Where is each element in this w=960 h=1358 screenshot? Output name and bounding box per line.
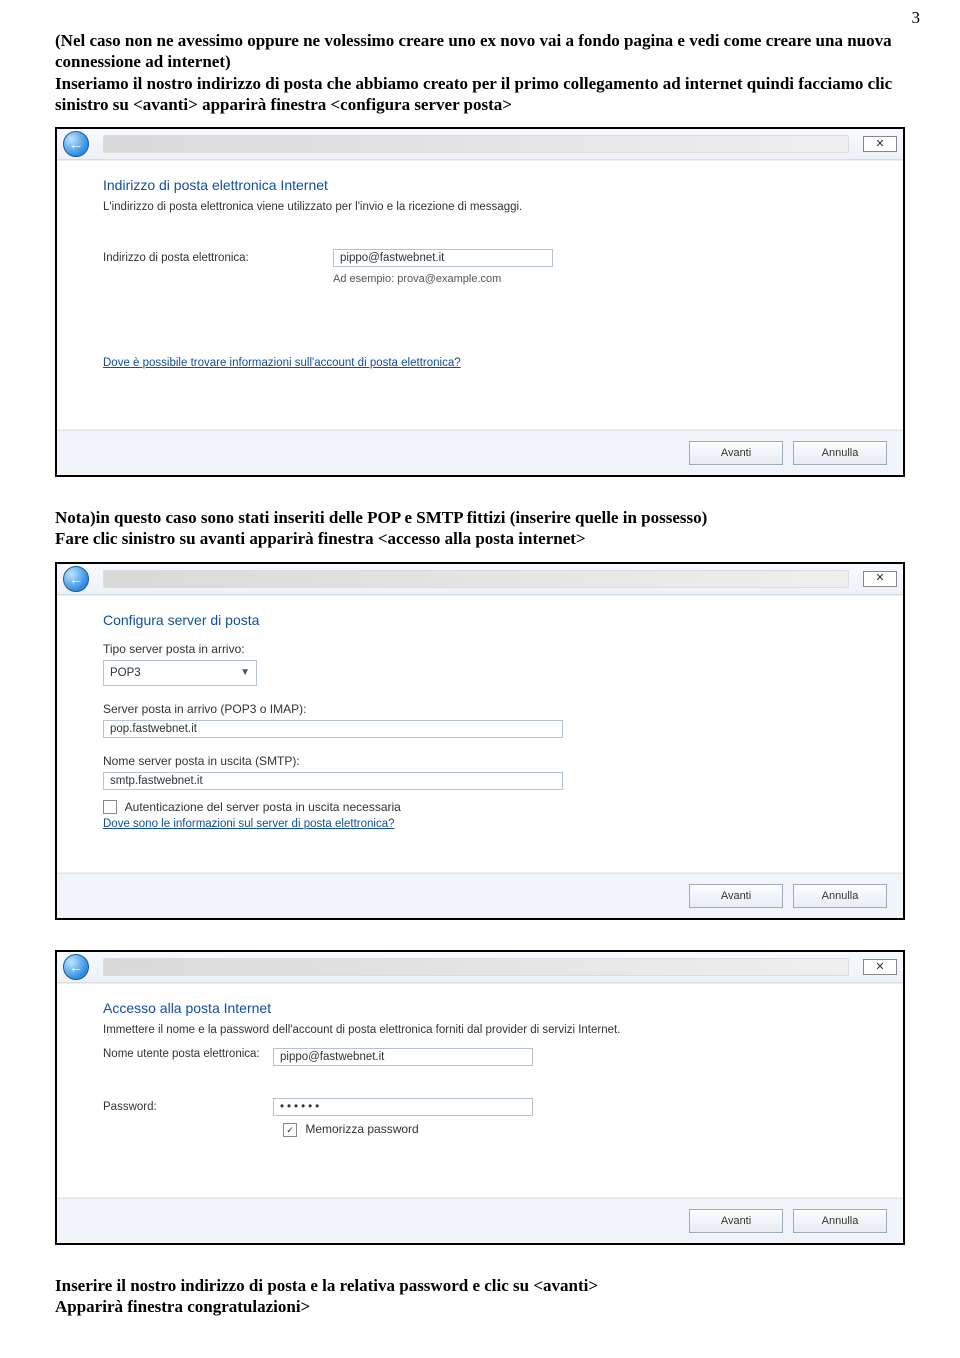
server-type-value: POP3: [110, 667, 141, 679]
next-button[interactable]: Avanti: [689, 1209, 783, 1233]
back-button[interactable]: ←: [63, 566, 89, 592]
title-placeholder: [103, 570, 849, 588]
close-button[interactable]: ✕: [863, 959, 897, 975]
cancel-button[interactable]: Annulla: [793, 1209, 887, 1233]
dialog-subtext: L'indirizzo di posta elettronica viene u…: [103, 201, 883, 213]
back-button[interactable]: ←: [63, 954, 89, 980]
close-icon: ✕: [875, 573, 884, 584]
dialog-heading: Indirizzo di posta elettronica Internet: [103, 177, 883, 193]
label-email: Indirizzo di posta elettronica:: [103, 252, 323, 264]
hint-example: Ad esempio: prova@example.com: [333, 273, 883, 285]
title-placeholder: [103, 958, 849, 976]
close-button[interactable]: ✕: [863, 136, 897, 152]
outgoing-server-input[interactable]: smtp.fastwebnet.it: [103, 772, 563, 790]
label-username: Nome utente posta elettronica:: [103, 1048, 263, 1062]
dialog-internet-login: ← ✕ Accesso alla posta Internet Immetter…: [55, 950, 905, 1245]
auth-checkbox[interactable]: [103, 800, 117, 814]
password-input[interactable]: ••••••: [273, 1098, 533, 1116]
chevron-down-icon: ▼: [240, 667, 250, 678]
close-button[interactable]: ✕: [863, 571, 897, 587]
arrow-left-icon: ←: [69, 959, 83, 975]
back-button[interactable]: ←: [63, 131, 89, 157]
remember-password-checkbox[interactable]: ✓: [283, 1123, 297, 1137]
dialog-subtext: Immettere il nome e la password dell'acc…: [103, 1024, 883, 1036]
cancel-button[interactable]: Annulla: [793, 441, 887, 465]
incoming-server-input[interactable]: pop.fastwebnet.it: [103, 720, 563, 738]
server-type-select[interactable]: POP3 ▼: [103, 660, 257, 686]
arrow-left-icon: ←: [69, 136, 83, 152]
cancel-button[interactable]: Annulla: [793, 884, 887, 908]
paragraph-2: Inseriamo il nostro indirizzo di posta c…: [55, 73, 905, 116]
help-link-email[interactable]: Dove è possibile trovare informazioni su…: [103, 357, 461, 369]
help-link-server[interactable]: Dove sono le informazioni sul server di …: [103, 818, 394, 830]
next-button[interactable]: Avanti: [689, 441, 783, 465]
page-number: 3: [912, 8, 921, 28]
label-remember: Memorizza password: [305, 1122, 418, 1136]
label-outgoing-server: Nome server posta in uscita (SMTP):: [103, 754, 883, 768]
paragraph-1: (Nel caso non ne avessimo oppure ne vole…: [55, 30, 905, 73]
arrow-left-icon: ←: [69, 571, 83, 587]
dialog-email-address: ← ✕ Indirizzo di posta elettronica Inter…: [55, 127, 905, 477]
dialog-configure-server: ← ✕ Configura server di posta Tipo serve…: [55, 562, 905, 921]
dialog-heading: Configura server di posta: [103, 612, 883, 628]
check-icon: ✓: [286, 1125, 294, 1136]
dialog-heading: Accesso alla posta Internet: [103, 1000, 883, 1016]
title-placeholder: [103, 135, 849, 153]
label-incoming-server: Server posta in arrivo (POP3 o IMAP):: [103, 702, 883, 716]
label-auth: Autenticazione del server posta in uscit…: [125, 800, 401, 814]
paragraph-3b: Fare clic sinistro su avanti apparirà fi…: [55, 528, 905, 549]
username-input[interactable]: pippo@fastwebnet.it: [273, 1048, 533, 1066]
paragraph-3a: Nota)in questo caso sono stati inseriti …: [55, 507, 905, 528]
paragraph-4a: Inserire il nostro indirizzo di posta e …: [55, 1275, 905, 1296]
next-button[interactable]: Avanti: [689, 884, 783, 908]
label-password: Password:: [103, 1101, 263, 1113]
close-icon: ✕: [875, 962, 884, 973]
paragraph-4b: Apparirà finestra congratulazioni>: [55, 1296, 905, 1317]
close-icon: ✕: [875, 139, 884, 150]
email-input[interactable]: pippo@fastwebnet.it: [333, 249, 553, 267]
label-server-type: Tipo server posta in arrivo:: [103, 642, 883, 656]
